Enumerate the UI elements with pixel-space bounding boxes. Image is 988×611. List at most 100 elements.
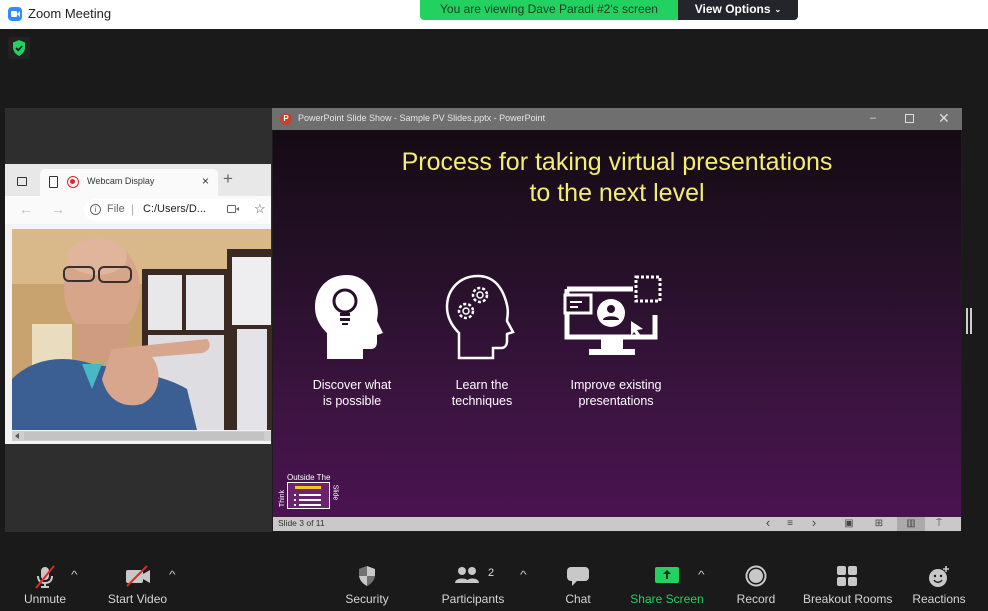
logo-dot [294,504,296,506]
logo-right-text: Slide [331,484,339,501]
head-lightbulb-icon [315,275,383,359]
chat-label: Chat [565,592,591,606]
horizontal-scrollbar[interactable] [12,431,271,441]
normal-view-icon[interactable]: ▣ [839,517,859,531]
video-off-icon [125,565,150,587]
scrollbar-thumb[interactable] [24,432,264,440]
reactions-icon [929,566,949,587]
reactions-label: Reactions [912,592,966,606]
caption-line: Improve existing [570,378,662,392]
share-screen-button[interactable]: Share Screen [628,557,706,611]
breakout-rooms-icon [837,566,857,586]
tab-actions-icon[interactable] [17,177,27,186]
tab-close-icon[interactable]: × [202,174,209,188]
microphone-muted-icon [35,565,55,589]
page-icon [49,176,58,188]
logo-top-text: Outside The [287,473,331,482]
camera-permission-icon[interactable] [227,205,239,213]
head-gears-icon [445,274,515,360]
share-screen-label: Share Screen [630,592,704,606]
chat-button[interactable]: Chat [553,557,603,611]
slide-caption-2: Learn the techniques [412,377,552,409]
url-scheme: File [107,203,125,215]
url-field[interactable]: i File | C:/Users/D... ☆ [84,199,266,221]
record-icon [745,565,767,587]
powerpoint-title-bar: P PowerPoint Slide Show - Sample PV Slid… [272,108,962,130]
record-button[interactable]: Record [730,557,782,611]
chevron-down-icon: ⌄ [774,5,782,14]
powerpoint-window-title: PowerPoint Slide Show - Sample PV Slides… [298,113,546,123]
maximize-button[interactable] [905,114,914,123]
panel-resize-handle[interactable] [966,308,972,334]
scroll-left-icon[interactable] [15,433,19,439]
powerpoint-logo-icon: P [280,113,292,125]
favorites-star-icon[interactable]: ☆ [254,201,266,217]
webcam-person-image [12,229,271,430]
logo-dot [294,494,296,496]
url-separator: | [131,202,135,216]
url-text: C:/Users/D... [143,203,206,215]
info-icon[interactable]: i [90,204,101,215]
slide-caption-3: Improve existing presentations [546,377,686,409]
shield-icon [359,566,375,586]
participants-icon [455,567,479,583]
start-video-button[interactable]: Start Video [105,557,170,611]
slide-menu-button[interactable]: ≡ [783,517,797,531]
reading-view-icon[interactable]: ▥ [897,517,925,531]
breakout-rooms-button[interactable]: Breakout Rooms [803,557,892,611]
share-screen-icon [655,567,679,583]
slide-title: Process for taking virtual presentations… [273,147,961,209]
app-title: Zoom Meeting [28,6,112,21]
tab-title: Webcam Display [87,176,155,186]
browser-tab-strip: Webcam Display × + [5,164,271,196]
video-options-caret[interactable]: ^ [169,570,176,581]
logo-line [299,494,321,496]
caption-line: presentations [578,394,654,408]
security-button[interactable]: Security [337,557,397,611]
new-tab-button[interactable]: + [223,170,233,187]
think-outside-the-slide-logo: Outside The Think Slide [277,473,347,513]
forward-button[interactable]: → [51,201,65,217]
participants-options-caret[interactable]: ^ [520,570,527,581]
back-button[interactable]: ← [19,201,33,217]
slide-sorter-icon[interactable]: ⊞ [869,517,889,531]
zoom-meeting-window: Zoom Meeting You are viewing Dave Paradi… [0,0,988,611]
close-button[interactable]: ✕ [938,110,950,127]
slide-title-line-1: Process for taking virtual presentations [401,148,833,176]
meeting-controls-toolbar: Unmute ^ Start Video ^ Security 2 Partic… [0,557,988,611]
share-options-caret[interactable]: ^ [698,570,705,581]
participant-count: 2 [488,567,495,579]
unmute-label: Unmute [23,592,67,606]
participants-label: Participants [441,592,505,606]
previous-slide-button[interactable]: ‹ [761,516,775,531]
caption-line: Learn the [455,378,509,392]
logo-left-text: Think [279,489,287,508]
address-bar: ← → i File | C:/Users/D... ☆ [5,196,271,224]
zoom-logo-icon [8,7,22,21]
view-options-button[interactable]: View Options ⌄ [678,0,798,20]
slideshow-status-bar: Slide 3 of 11 ‹ ≡ › ▣ ⊞ ▥ ⍑ [273,516,961,531]
caption-line: Discover what [312,378,392,392]
next-slide-button[interactable]: › [807,516,821,531]
slide-counter: Slide 3 of 11 [278,518,325,528]
recording-icon [67,176,79,188]
start-video-label: Start Video [107,592,168,606]
reactions-button[interactable]: Reactions [910,557,968,611]
encryption-shield-icon[interactable] [8,37,30,59]
caption-line: is possible [322,394,382,408]
slide-title-line-2: to the next level [529,179,705,207]
caption-line: techniques [451,394,513,408]
chat-icon [567,567,589,586]
unmute-button[interactable]: Unmute [15,557,75,611]
minimize-button[interactable]: – [870,112,876,124]
view-options-label: View Options [694,2,771,16]
audio-options-caret[interactable]: ^ [71,570,78,581]
slide-canvas[interactable]: Process for taking virtual presentations… [273,130,961,517]
participants-button[interactable]: 2 Participants [438,557,508,611]
powerpoint-slideshow-window: P PowerPoint Slide Show - Sample PV Slid… [272,108,962,532]
slideshow-icon[interactable]: ⍑ [929,517,949,531]
browser-tab[interactable]: Webcam Display × [40,169,218,196]
monitor-presenter-icon [563,275,662,355]
record-label: Record [736,592,776,606]
logo-line [299,504,321,506]
